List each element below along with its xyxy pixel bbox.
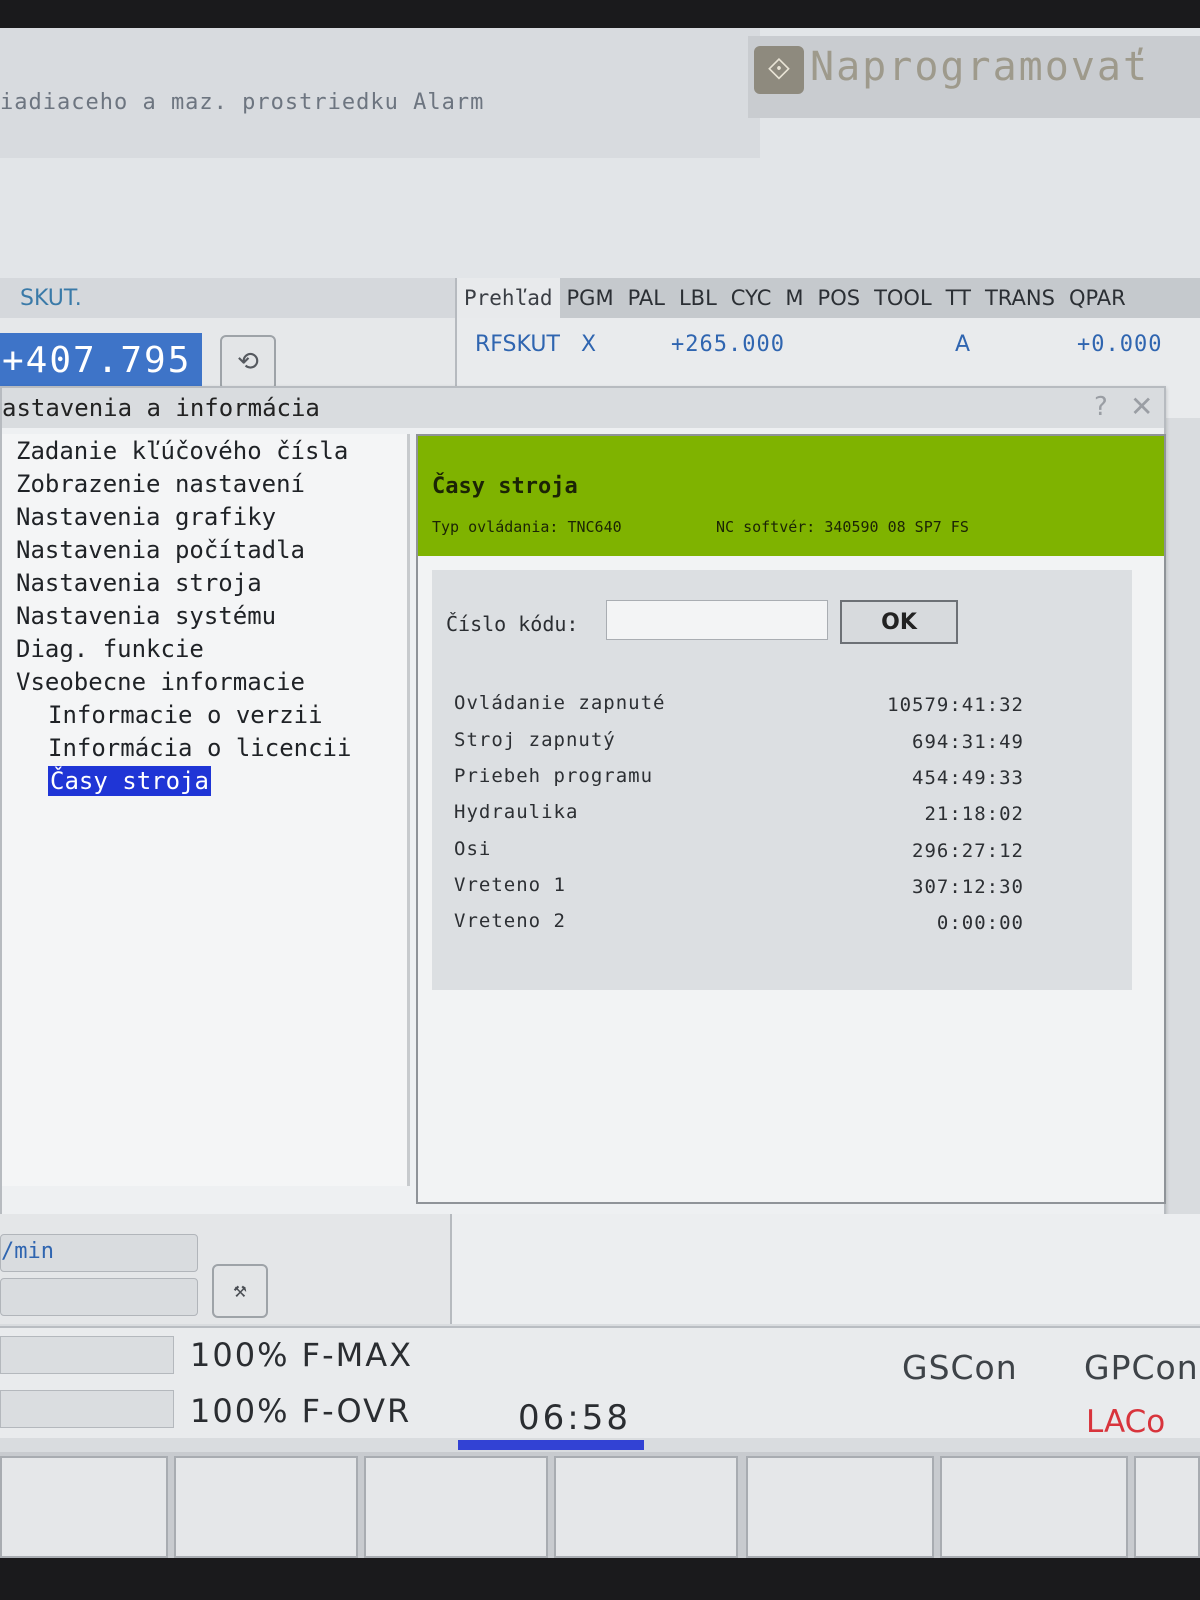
axis-position-value: +407.795 (0, 333, 202, 389)
time-value: 307:12:30 (912, 876, 1024, 898)
machine-times-panel: Časy stroja Typ ovládania: TNC640 NC sof… (416, 434, 1166, 1204)
time-label: Stroj zapnutý (454, 729, 616, 751)
tab-qpar[interactable]: QPAR (1062, 278, 1133, 318)
fmax-status: 100% F-MAX (190, 1336, 414, 1374)
time-label: Osi (454, 838, 492, 860)
status-tabs: Prehľad PGM PAL LBL CYC M POS TOOL TT TR… (457, 278, 1200, 318)
menu-item-code-number[interactable]: Zadanie kľúčového čísla (16, 436, 348, 466)
menu-item-counter-settings[interactable]: Nastavenia počítadla (16, 535, 305, 565)
settings-menu: Zadanie kľúčového čísla Zobrazenie nasta… (2, 434, 410, 1186)
time-row: Vreteno 2 0:00:00 (454, 910, 1024, 940)
alarm-strip[interactable]: iadiaceho a maz. prostriedku Alarm (0, 28, 760, 158)
menu-item-diagnostics[interactable]: Diag. funkcie (16, 634, 204, 664)
menu-item-machine-settings[interactable]: Nastavenia stroja (16, 568, 262, 598)
softkey-1[interactable] (0, 1456, 168, 1558)
time-row: Osi 296:27:12 (454, 838, 1024, 868)
menu-item-system-settings[interactable]: Nastavenia systému (16, 601, 276, 631)
tab-trans[interactable]: TRANS (978, 278, 1062, 318)
time-row: Hydraulika 21:18:02 (454, 801, 1024, 831)
panel-header: Časy stroja Typ ovládania: TNC640 NC sof… (418, 436, 1164, 556)
ok-button[interactable]: OK (840, 600, 958, 644)
info-area (452, 1214, 1200, 1324)
operating-mode[interactable]: ⟐ Naprogramovať (748, 36, 1200, 118)
softkey-6[interactable] (940, 1456, 1128, 1558)
axis-x-value: +265.000 (671, 332, 785, 357)
axis-a-value: +0.000 (1077, 332, 1163, 357)
menu-item-license-info[interactable]: Informácia o licencii (48, 733, 351, 763)
softkey-page-indicator (458, 1440, 644, 1450)
tab-cyc[interactable]: CYC (724, 278, 779, 318)
time-value: 296:27:12 (912, 840, 1024, 862)
time-label: Ovládanie zapnuté (454, 692, 666, 714)
time-row: Ovládanie zapnuté 10579:41:32 (454, 692, 1024, 722)
program-arrow-icon: ⟐ (754, 46, 804, 94)
time-value: 21:18:02 (924, 803, 1024, 825)
control-type: Typ ovládania: TNC640 (432, 518, 622, 536)
clock: 06:58 (518, 1398, 631, 1438)
spindle-field (0, 1278, 198, 1316)
time-row: Stroj zapnutý 694:31:49 (454, 729, 1024, 759)
dialog-title-bar: astavenia a informácia ? ✕ (2, 388, 1164, 428)
top-bar: iadiaceho a maz. prostriedku Alarm ⟐ Nap… (0, 28, 1200, 280)
feed-unit: /min (1, 1239, 54, 1264)
refresh-icon[interactable]: ⟲ (220, 335, 276, 391)
tab-lbl[interactable]: LBL (672, 278, 724, 318)
gpcon-status: GPCon (1084, 1348, 1199, 1387)
softkey-4[interactable] (554, 1456, 738, 1558)
cnc-screen: iadiaceho a maz. prostriedku Alarm ⟐ Nap… (0, 28, 1200, 1558)
nc-software-version: NC softvér: 340590 08 SP7 FS (716, 518, 969, 536)
softkey-5[interactable] (746, 1456, 934, 1558)
laco-status: LACo (1086, 1404, 1166, 1440)
feed-field: /min (0, 1234, 198, 1272)
time-label: Hydraulika (454, 801, 579, 823)
fovr-status: 100% F-OVR (190, 1392, 412, 1430)
menu-item-general-info[interactable]: Vseobecne informacie (16, 667, 305, 697)
softkey-2[interactable] (174, 1456, 358, 1558)
code-number-label: Číslo kódu: (446, 612, 579, 636)
time-value: 10579:41:32 (887, 694, 1024, 716)
gscon-status: GSCon (902, 1348, 1018, 1387)
time-label: Vreteno 2 (454, 910, 566, 932)
tab-tool[interactable]: TOOL (867, 278, 939, 318)
menu-item-version-info[interactable]: Informacie o verzii (48, 700, 323, 730)
softkey-7[interactable] (1134, 1456, 1200, 1558)
time-label: Vreteno 1 (454, 874, 566, 896)
feed-override-bar (0, 1336, 174, 1374)
panel-body: Číslo kódu: OK Ovládanie zapnuté 10579:4… (432, 570, 1132, 990)
menu-item-display-settings[interactable]: Zobrazenie nastavení (16, 469, 305, 499)
softkey-3[interactable] (364, 1456, 548, 1558)
tab-overview[interactable]: Prehľad (457, 278, 560, 318)
help-icon[interactable]: ? (1094, 392, 1108, 422)
tab-pal[interactable]: PAL (621, 278, 672, 318)
time-row: Priebeh programu 454:49:33 (454, 765, 1024, 795)
position-type-label: SKUT. (20, 286, 82, 311)
settings-dialog: astavenia a informácia ? ✕ Zadanie kľúčo… (0, 386, 1166, 1230)
softkey-row (0, 1452, 1200, 1558)
tab-pgm[interactable]: PGM (560, 278, 621, 318)
status-bar: 100% F-MAX 100% F-OVR 06:58 GSCon GPCon … (0, 1326, 1200, 1440)
mode-label: Naprogramovať (810, 44, 1150, 90)
time-row: Vreteno 1 307:12:30 (454, 874, 1024, 904)
time-value: 694:31:49 (912, 731, 1024, 753)
tool-call-icon[interactable]: ⚒ (212, 1264, 268, 1318)
menu-item-graphics-settings[interactable]: Nastavenia grafiky (16, 502, 276, 532)
tab-m[interactable]: M (778, 278, 810, 318)
rfskut-label: RFSKUT (475, 332, 560, 357)
alarm-message: iadiaceho a maz. prostriedku Alarm (0, 90, 485, 115)
time-label: Priebeh programu (454, 765, 654, 787)
axis-x-label: X (581, 332, 597, 357)
dialog-title: astavenia a informácia (2, 394, 320, 422)
panel-title: Časy stroja (432, 474, 578, 499)
tab-pos[interactable]: POS (811, 278, 868, 318)
code-number-input[interactable] (606, 600, 828, 640)
time-value: 0:00:00 (936, 912, 1024, 934)
feed-spindle-panel: /min ⚒ (0, 1214, 452, 1324)
axis-a-label: A (955, 332, 971, 357)
tab-tt[interactable]: TT (939, 278, 978, 318)
position-type-header: SKUT. (0, 278, 455, 318)
close-icon[interactable]: ✕ (1130, 390, 1153, 423)
feed-override-bar-2 (0, 1390, 174, 1428)
menu-item-machine-times[interactable]: Časy stroja (48, 766, 211, 796)
time-value: 454:49:33 (912, 767, 1024, 789)
